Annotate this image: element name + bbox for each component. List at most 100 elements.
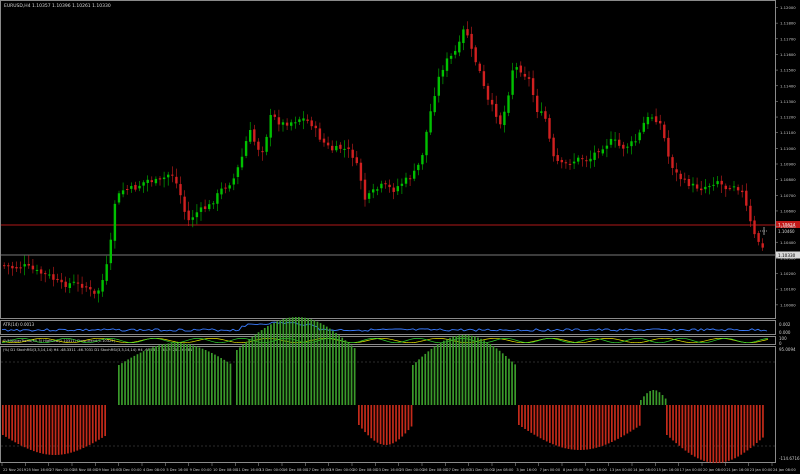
hist-bar-positive xyxy=(449,337,451,405)
candle-up xyxy=(630,141,633,147)
price-tick-label: 1.11000 xyxy=(780,146,796,151)
hist-bar-negative xyxy=(20,405,23,446)
hist-bar-positive xyxy=(207,351,210,405)
hist-bar-negative xyxy=(629,405,632,432)
candle-up xyxy=(195,212,199,218)
candle-up xyxy=(269,114,272,138)
hist-bar-negative xyxy=(549,405,551,443)
hist-bar-negative xyxy=(564,405,567,449)
candle-down xyxy=(326,142,330,146)
candle-down xyxy=(31,265,35,270)
candle-up xyxy=(712,184,715,186)
candle-up xyxy=(335,145,338,151)
hist-bar-positive xyxy=(124,361,126,405)
hist-bar-positive xyxy=(145,349,148,405)
supertrend-axis-bottom: 0 xyxy=(779,341,782,346)
hist-bar-negative xyxy=(88,405,91,445)
hist-bar-positive xyxy=(276,321,278,405)
price-tick-label: 1.10100 xyxy=(780,287,796,292)
candle-up xyxy=(605,145,609,149)
hist-bar-negative xyxy=(700,405,702,460)
hist-bar-positive xyxy=(511,361,513,405)
candle-down xyxy=(179,184,182,196)
hist-bar-positive xyxy=(270,324,272,405)
hist-bar-positive xyxy=(350,345,353,405)
price-tick-label: 1.10900 xyxy=(780,162,796,167)
hist-bar-negative xyxy=(709,405,712,463)
hist-bar-positive xyxy=(464,335,467,405)
candle-down xyxy=(568,163,572,165)
hist-bar-positive xyxy=(347,342,350,405)
candle-up xyxy=(540,111,543,113)
hist-bar-negative xyxy=(734,405,736,459)
hist-bar-positive xyxy=(239,347,241,405)
hist-bar-positive xyxy=(455,335,458,405)
price-tick-label: 1.12000 xyxy=(780,5,796,10)
hist-bar-positive xyxy=(118,365,120,405)
time-tick-label: 17 Jan 00:00 xyxy=(680,468,703,472)
crosshair-cursor xyxy=(760,227,768,235)
candle-down xyxy=(552,137,555,157)
hist-bar-negative xyxy=(567,405,570,449)
hist-bar-positive xyxy=(198,347,201,405)
candle-down xyxy=(93,290,96,294)
main-chart-panel[interactable] xyxy=(0,0,776,319)
candle-down xyxy=(548,118,551,139)
time-tick-label: 5 Dec 16:00 xyxy=(166,468,189,472)
hist-bar-positive xyxy=(316,321,319,405)
time-tick-label: 2 Jan 08:00 xyxy=(493,468,514,472)
hist-bar-negative xyxy=(737,405,739,457)
candle-up xyxy=(626,146,629,148)
time-tick-label: 10 Dec 08:00 xyxy=(213,468,238,472)
hist-bar-negative xyxy=(614,405,616,441)
hist-bar-positive xyxy=(421,356,423,405)
candle-up xyxy=(613,139,617,141)
candle-down xyxy=(749,205,752,222)
hist-bar-positive xyxy=(430,348,433,405)
supertrend-indicator-panel[interactable] xyxy=(0,336,776,345)
hist-bar-negative xyxy=(392,405,394,444)
candle-up xyxy=(716,181,719,185)
hist-bar-negative xyxy=(607,405,610,444)
hist-bar-positive xyxy=(498,350,501,405)
hist-bar-positive xyxy=(167,343,170,405)
hist-bar-positive xyxy=(251,336,254,405)
hist-bar-positive xyxy=(344,340,347,405)
hist-bar-negative xyxy=(536,405,539,437)
hist-bar-negative xyxy=(589,405,591,450)
hist-bar-positive xyxy=(322,324,325,405)
atr-indicator-panel[interactable] xyxy=(0,320,776,335)
hist-bar-negative xyxy=(715,405,718,463)
hist-bar-positive xyxy=(304,317,306,405)
hist-bar-negative xyxy=(398,405,400,440)
hist-bar-negative xyxy=(724,405,727,462)
time-tick-label: 20 Dec 08:00 xyxy=(353,468,378,472)
hist-bar-positive xyxy=(492,346,495,405)
hist-bar-positive xyxy=(245,342,247,405)
hist-bar-positive xyxy=(443,340,445,405)
candle-down xyxy=(544,111,547,119)
candle-up xyxy=(609,138,613,145)
hist-bar-negative xyxy=(518,405,520,425)
hist-bar-negative xyxy=(573,405,576,450)
time-tick-label: 25 Dec 00:00 xyxy=(400,468,425,472)
hist-bar-negative xyxy=(598,405,601,447)
hist-bar-positive xyxy=(501,353,504,405)
time-tick-label: 13 Dec 00:00 xyxy=(260,468,285,472)
candle-up xyxy=(23,264,26,267)
hist-bar-negative xyxy=(67,405,69,454)
hist-bar-negative xyxy=(367,405,369,436)
trading-chart[interactable]: EURUSD,H4 1.10357 1.10396 1.10261 1.1033… xyxy=(0,0,800,474)
hist-bar-positive xyxy=(353,348,356,405)
hist-bar-negative xyxy=(684,405,687,451)
atr-label: ATR(14) 0.0013 xyxy=(3,322,35,327)
hist-bar-negative xyxy=(570,405,573,450)
hist-bar-negative xyxy=(48,405,51,455)
candle-up xyxy=(404,177,408,184)
candlestick-series[interactable] xyxy=(3,21,764,303)
candle-down xyxy=(560,159,563,163)
hist-bar-positive xyxy=(418,359,420,405)
candle-up xyxy=(191,217,194,220)
candle-up xyxy=(146,179,149,183)
candle-up xyxy=(515,67,518,70)
